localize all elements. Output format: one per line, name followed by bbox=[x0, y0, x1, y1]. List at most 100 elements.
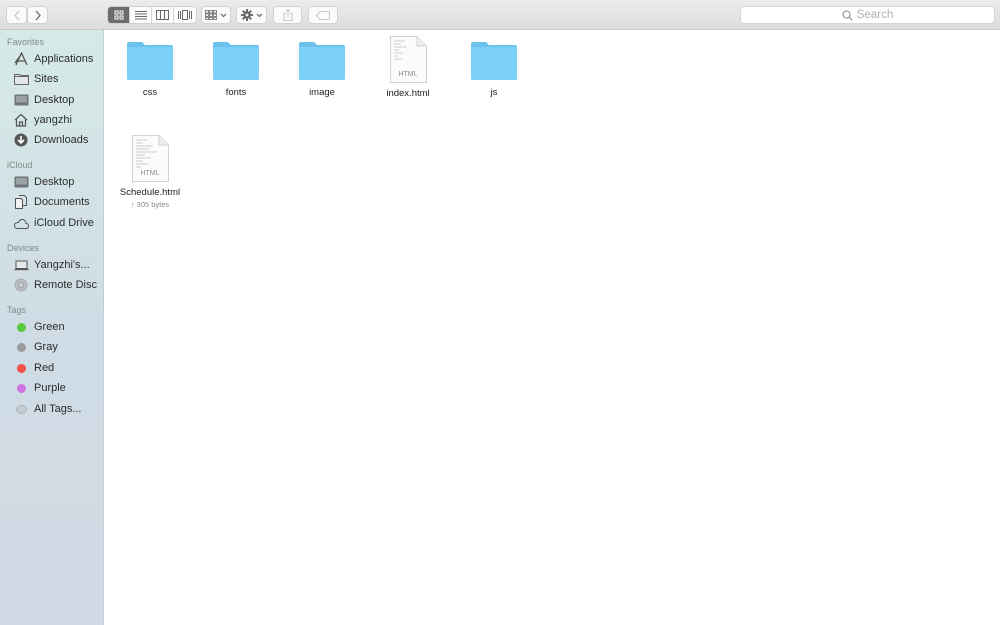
file-name: fonts bbox=[225, 87, 247, 98]
search-placeholder: Search bbox=[856, 9, 894, 21]
list-icon bbox=[134, 11, 147, 20]
sidebar-item-yangzhis-mac[interactable]: Yangzhi's... bbox=[13, 256, 90, 274]
disc-icon bbox=[13, 278, 29, 292]
tag-color-dot bbox=[16, 342, 26, 352]
desktop-icon bbox=[13, 93, 29, 107]
sidebar-item-label: Red bbox=[34, 362, 55, 374]
sidebar-item-label: Purple bbox=[34, 382, 66, 394]
view-mode-control bbox=[107, 6, 197, 24]
cloud-icon bbox=[13, 216, 29, 230]
sidebar-item-label: Desktop bbox=[34, 176, 75, 188]
tag-color-dot bbox=[16, 363, 26, 373]
file-name: css bbox=[142, 87, 158, 98]
file-item-js[interactable]: js bbox=[449, 41, 539, 98]
gear-icon bbox=[240, 9, 253, 21]
section-title-tags: Tags bbox=[7, 305, 27, 315]
group-grid-icon bbox=[205, 10, 217, 20]
documents-icon bbox=[13, 195, 29, 209]
gallery-icon bbox=[178, 10, 192, 20]
chevron-down-icon bbox=[220, 13, 227, 17]
group-by-button[interactable] bbox=[201, 6, 231, 24]
sidebar-item-label: Documents bbox=[34, 196, 90, 208]
search-field[interactable]: Search bbox=[740, 6, 995, 24]
laptop-icon bbox=[13, 258, 29, 272]
sidebar-item-remote-disc[interactable]: Remote Disc bbox=[13, 276, 97, 294]
file-name: js bbox=[490, 87, 498, 98]
sidebar-item-label: Green bbox=[34, 321, 65, 333]
file-item-schedule-html[interactable]: HTML Schedule.html ↑ 305 bytes bbox=[105, 135, 195, 209]
downloads-icon bbox=[13, 133, 29, 147]
chevron-left-icon bbox=[13, 10, 19, 20]
file-item-css[interactable]: css bbox=[105, 41, 195, 98]
sidebar-item-sites[interactable]: Sites bbox=[13, 70, 58, 88]
applications-icon bbox=[13, 52, 29, 66]
sidebar-item-label: Downloads bbox=[34, 134, 89, 146]
list-view-button[interactable] bbox=[130, 7, 152, 23]
grid-icon bbox=[114, 10, 123, 20]
icon-view-button[interactable] bbox=[108, 7, 130, 23]
folder-icon bbox=[299, 42, 345, 80]
sidebar: Favorites Applications Sites Desktop yan… bbox=[0, 30, 104, 625]
sidebar-item-label: All Tags... bbox=[34, 403, 82, 415]
sidebar-item-label: Desktop bbox=[34, 94, 75, 106]
gallery-view-button[interactable] bbox=[174, 7, 196, 23]
sidebar-item-label: Sites bbox=[34, 73, 59, 85]
tag-color-dot bbox=[16, 383, 26, 393]
folder-icon bbox=[213, 42, 259, 80]
section-title-favorites: Favorites bbox=[7, 37, 45, 47]
sidebar-item-label: Remote Disc bbox=[34, 279, 97, 291]
file-name: image bbox=[309, 87, 335, 98]
toolbar: Search bbox=[0, 0, 1000, 30]
sidebar-item-label: Gray bbox=[34, 341, 58, 353]
sidebar-item-icloud-desktop[interactable]: Desktop bbox=[13, 173, 74, 191]
file-browser: css fonts image HTML index.html js HTML bbox=[105, 31, 1000, 625]
html-file-icon: HTML bbox=[131, 135, 169, 182]
sidebar-item-label: Yangzhi's... bbox=[34, 259, 90, 271]
file-name: Schedule.html bbox=[119, 187, 181, 198]
tag-button[interactable] bbox=[308, 6, 338, 24]
sidebar-item-label: yangzhi bbox=[34, 114, 72, 126]
sidebar-item-label: iCloud Drive bbox=[34, 217, 94, 229]
sidebar-item-label: Applications bbox=[34, 53, 94, 65]
file-item-index-html[interactable]: HTML index.html bbox=[363, 36, 453, 99]
desktop-icon bbox=[13, 175, 29, 189]
sidebar-item-tag-red[interactable]: Red bbox=[13, 359, 54, 377]
all-tags-icon bbox=[15, 404, 27, 414]
home-icon bbox=[13, 113, 29, 127]
back-button[interactable] bbox=[6, 6, 27, 24]
sidebar-item-yangzhi[interactable]: yangzhi bbox=[13, 111, 72, 129]
sidebar-item-tag-purple[interactable]: Purple bbox=[13, 379, 66, 397]
column-view-button[interactable] bbox=[152, 7, 174, 23]
sidebar-item-tag-green[interactable]: Green bbox=[13, 318, 65, 336]
file-item-image[interactable]: image bbox=[277, 41, 367, 98]
file-item-fonts[interactable]: fonts bbox=[191, 41, 281, 98]
share-button[interactable] bbox=[273, 6, 302, 24]
chevron-down-icon bbox=[256, 13, 262, 17]
file-status: ↑ 305 bytes bbox=[130, 200, 170, 209]
chevron-right-icon bbox=[35, 10, 41, 20]
html-file-icon: HTML bbox=[389, 36, 427, 83]
file-badge: HTML bbox=[398, 71, 418, 78]
folder-icon bbox=[13, 72, 29, 86]
columns-icon bbox=[156, 10, 169, 20]
search-icon bbox=[842, 9, 853, 21]
folder-icon bbox=[471, 42, 517, 80]
sidebar-item-icloud-drive[interactable]: iCloud Drive bbox=[13, 214, 94, 232]
action-button[interactable] bbox=[236, 6, 267, 24]
sidebar-item-applications[interactable]: Applications bbox=[13, 50, 93, 68]
forward-button[interactable] bbox=[27, 6, 48, 24]
tag-color-dot bbox=[16, 322, 26, 332]
sidebar-item-all-tags[interactable]: All Tags... bbox=[13, 400, 82, 418]
section-title-devices: Devices bbox=[7, 243, 40, 253]
share-icon bbox=[283, 9, 292, 21]
sidebar-item-downloads[interactable]: Downloads bbox=[13, 131, 88, 149]
folder-icon bbox=[127, 42, 173, 80]
sidebar-item-tag-gray[interactable]: Gray bbox=[13, 338, 58, 356]
sidebar-item-desktop[interactable]: Desktop bbox=[13, 91, 74, 109]
section-title-icloud: iCloud bbox=[7, 160, 33, 170]
file-badge: HTML bbox=[140, 170, 160, 177]
tag-icon bbox=[316, 10, 330, 20]
file-name: index.html bbox=[386, 88, 430, 99]
sidebar-item-documents[interactable]: Documents bbox=[13, 193, 90, 211]
finder-window: Search Favorites Applications Sites Desk… bbox=[0, 0, 1000, 625]
